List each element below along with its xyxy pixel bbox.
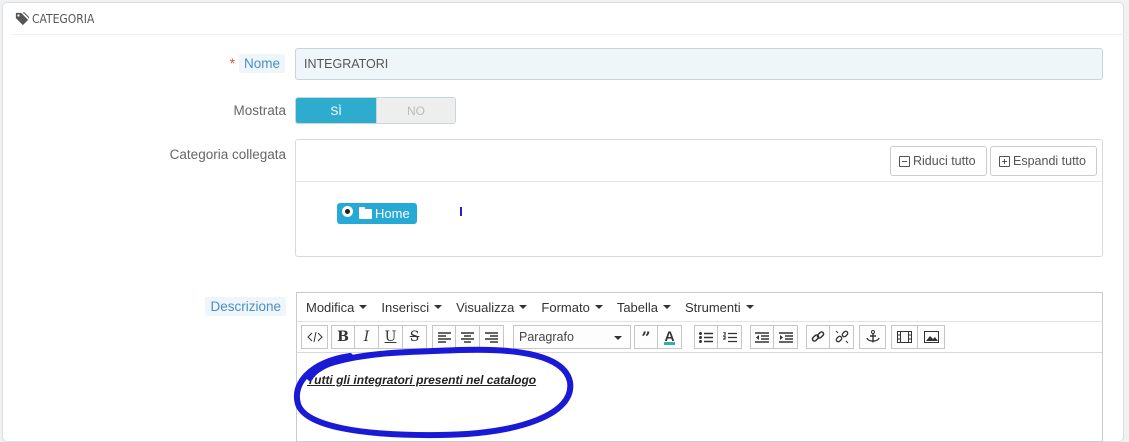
text-style-group: B I U S (331, 325, 427, 349)
italic-button[interactable]: I (355, 325, 379, 349)
menu-label: Tabella (616, 299, 659, 315)
bullet-list-button[interactable] (694, 325, 718, 349)
collapse-all-label: Riduci tutto (913, 154, 976, 168)
bold-icon: B (337, 329, 349, 345)
chevron-down-icon (594, 305, 603, 309)
align-center-button[interactable] (456, 325, 480, 349)
strikethrough-button[interactable]: S (403, 325, 427, 349)
linked-category-label: Categoria collegata (169, 147, 286, 162)
editor-content[interactable]: Tutti gli integratori presenti nel catal… (307, 373, 536, 387)
menu-label: Inserisci (381, 299, 430, 315)
chevron-down-icon (434, 305, 443, 309)
plus-square-icon (999, 155, 1010, 167)
indent-group (750, 325, 798, 349)
outdent-icon (755, 331, 769, 343)
format-select-value: Paragrafo (519, 330, 574, 344)
menu-visualizza[interactable]: Visualizza (456, 299, 528, 315)
numbered-list-icon (722, 331, 737, 342)
image-button[interactable] (918, 325, 945, 349)
shown-label: Mostrata (233, 103, 286, 118)
code-icon (306, 332, 323, 342)
shown-no-option[interactable]: NO (376, 98, 455, 123)
menu-label: Strumenti (685, 299, 741, 315)
link-icon (811, 331, 825, 342)
strikethrough-icon: S (409, 329, 420, 345)
align-group (432, 325, 504, 349)
unlink-button[interactable] (830, 325, 854, 349)
description-label-wrap: Descrizione (180, 297, 286, 316)
menu-strumenti[interactable]: Strumenti (685, 300, 754, 315)
panel-heading: CATEGORIA (12, 3, 1124, 35)
editor-toolbar: B I U S Paragrafo ” A (297, 322, 1102, 353)
category-tree: Riduci tutto Espandi tutto Home (295, 139, 1103, 257)
list-group (694, 325, 742, 349)
tree-node-home[interactable]: Home (337, 203, 417, 224)
blockquote-icon: ” (641, 327, 651, 347)
bullet-list-icon (699, 331, 713, 343)
align-left-button[interactable] (432, 325, 456, 349)
required-star: * (229, 56, 235, 71)
text-cursor-mark (460, 207, 462, 216)
expand-all-button[interactable]: Espandi tutto (990, 146, 1097, 176)
expand-all-label: Espandi tutto (1013, 154, 1086, 168)
collapse-all-button[interactable]: Riduci tutto (890, 146, 987, 176)
menu-formato[interactable]: Formato (541, 299, 603, 315)
outdent-button[interactable] (750, 325, 774, 349)
anchor-icon (865, 330, 880, 343)
media-group (891, 325, 945, 349)
chevron-down-icon (359, 305, 368, 309)
align-left-icon (437, 331, 451, 343)
tag-icon (15, 11, 29, 25)
text-color-button[interactable]: A (658, 325, 682, 349)
media-icon (897, 331, 912, 343)
menu-modifica[interactable]: Modifica (306, 299, 368, 315)
underline-icon: U (384, 329, 397, 345)
media-button[interactable] (891, 325, 918, 349)
panel-title: CATEGORIA (32, 11, 95, 26)
underline-button[interactable]: U (379, 325, 403, 349)
numbered-list-button[interactable] (718, 325, 742, 349)
chevron-down-icon (519, 305, 528, 309)
indent-icon (778, 331, 793, 343)
anchor-button[interactable] (859, 325, 886, 349)
quote-color-group: ” A (634, 325, 682, 349)
blockquote-button[interactable]: ” (634, 325, 658, 349)
shown-yes-option[interactable]: SÌ (296, 98, 376, 123)
image-icon (923, 331, 939, 343)
tree-node-home-label: Home (375, 206, 410, 221)
name-label-wrap: * Nome (200, 54, 285, 73)
align-center-icon (461, 331, 474, 343)
menu-label: Visualizza (456, 299, 515, 315)
editor-menubar: Modifica Inserisci Visualizza Formato Ta… (297, 293, 1102, 322)
italic-icon: I (363, 329, 370, 345)
name-input[interactable]: INTEGRATORI (295, 48, 1103, 80)
name-label: Nome (238, 54, 285, 73)
description-editor: Modifica Inserisci Visualizza Formato Ta… (296, 292, 1103, 442)
menu-tabella[interactable]: Tabella (616, 299, 672, 315)
folder-icon (359, 206, 372, 219)
align-right-button[interactable] (480, 325, 504, 349)
unlink-icon (835, 330, 848, 344)
link-group (806, 325, 854, 349)
indent-button[interactable] (774, 325, 798, 349)
minus-square-icon (899, 155, 910, 167)
menu-label: Modifica (306, 299, 355, 315)
tree-toolbar: Riduci tutto Espandi tutto (296, 140, 1102, 182)
format-select[interactable]: Paragrafo (513, 325, 631, 349)
description-label: Descrizione (205, 297, 286, 316)
chevron-down-icon (745, 305, 754, 309)
align-right-icon (485, 331, 498, 343)
home-radio[interactable] (342, 206, 353, 217)
menu-label: Formato (541, 299, 590, 315)
source-code-button[interactable] (301, 325, 328, 349)
link-button[interactable] (806, 325, 830, 349)
bold-button[interactable]: B (331, 325, 355, 349)
text-color-icon: A (664, 327, 675, 345)
menu-inserisci[interactable]: Inserisci (381, 299, 443, 315)
shown-switch[interactable]: SÌ NO (295, 97, 456, 124)
chevron-down-icon (614, 336, 622, 340)
chevron-down-icon (663, 305, 672, 309)
